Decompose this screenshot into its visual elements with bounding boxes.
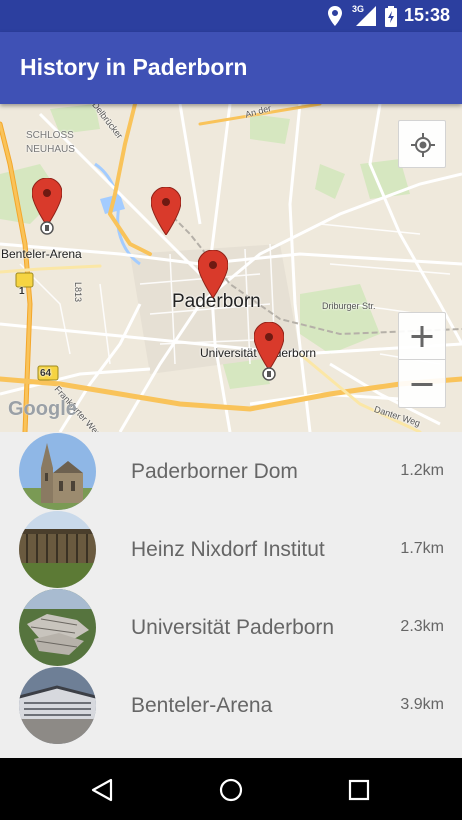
battery-charging-icon bbox=[385, 6, 397, 32]
list-item[interactable]: Heinz Nixdorf Institut 1.7km bbox=[0, 510, 462, 588]
home-icon[interactable] bbox=[219, 778, 243, 802]
road-1-shield-label: 1 bbox=[19, 286, 25, 297]
place-distance: 3.9km bbox=[400, 696, 444, 713]
list-item[interactable]: Paderborner Dom 1.2km bbox=[0, 432, 462, 510]
clock: 15:38 bbox=[403, 5, 450, 25]
map-label-driburger: Driburger Str. bbox=[322, 301, 376, 311]
place-distance: 1.7km bbox=[400, 540, 444, 557]
place-distance: 1.2km bbox=[400, 462, 444, 479]
zoom-out-button[interactable] bbox=[399, 361, 445, 408]
status-bar: 3G 15:38 bbox=[0, 0, 462, 32]
place-name: Heinz Nixdorf Institut bbox=[131, 538, 325, 561]
zoom-controls bbox=[398, 312, 446, 408]
map-view[interactable]: 1 64 SCHLOSS NEUHAUS Benteler-Arena Pade… bbox=[0, 104, 462, 432]
list-item[interactable]: Benteler-Arena 3.9km bbox=[0, 666, 462, 744]
place-photo bbox=[19, 433, 96, 510]
zoom-in-button[interactable] bbox=[399, 313, 445, 360]
map-marker-paderborner-dom[interactable] bbox=[197, 249, 229, 299]
map-marker-universitaet-paderborn[interactable] bbox=[253, 321, 285, 381]
app-bar: History in Paderborn bbox=[0, 32, 462, 104]
app-title: History in Paderborn bbox=[20, 54, 248, 80]
place-name: Benteler-Arena bbox=[131, 694, 273, 717]
my-location-icon bbox=[411, 133, 435, 157]
map-label-schloss: SCHLOSS bbox=[26, 130, 74, 141]
place-photo bbox=[19, 511, 96, 588]
place-name: Universität Paderborn bbox=[131, 616, 335, 639]
place-photo bbox=[19, 667, 96, 744]
place-distance: 2.3km bbox=[400, 618, 444, 635]
navigation-bar bbox=[0, 758, 462, 820]
list-item[interactable]: Universität Paderborn 2.3km bbox=[0, 588, 462, 666]
map-marker-benteler-arena[interactable] bbox=[31, 177, 63, 235]
recents-icon[interactable] bbox=[348, 779, 370, 801]
minus-icon bbox=[411, 383, 433, 386]
places-list: Paderborner Dom 1.2km Heinz Nixdorf Inst… bbox=[0, 432, 462, 758]
google-attribution: Google bbox=[8, 398, 77, 420]
place-photo bbox=[19, 589, 96, 666]
road-64-shield-label: 64 bbox=[40, 368, 52, 379]
location-icon bbox=[328, 6, 342, 31]
plus-icon bbox=[411, 326, 433, 347]
my-location-button[interactable] bbox=[398, 120, 446, 168]
map-label-l813: L813 bbox=[73, 282, 83, 303]
map-label-benteler: Benteler-Arena bbox=[1, 247, 82, 261]
cell-signal-icon bbox=[356, 6, 376, 31]
back-icon[interactable] bbox=[90, 778, 114, 802]
map-label-neuhaus: NEUHAUS bbox=[26, 144, 75, 155]
map-marker-heinz-nixdorf-institut[interactable] bbox=[150, 186, 182, 236]
place-name: Paderborner Dom bbox=[131, 460, 298, 483]
